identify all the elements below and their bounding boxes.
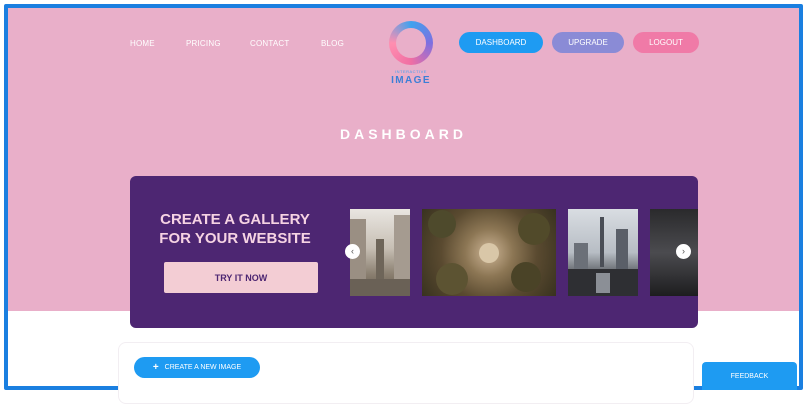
hero-section: HOME PRICING CONTACT BLOG INTERACTIVE IM… xyxy=(8,8,799,328)
create-new-image-label: CREATE A NEW IMAGE xyxy=(164,364,242,371)
nav-link-contact[interactable]: CONTACT xyxy=(250,39,289,48)
plus-icon: + xyxy=(152,362,159,373)
carousel-prev-icon[interactable]: ‹ xyxy=(345,244,360,259)
logo-subtitle: INTERACTIVE xyxy=(395,69,427,74)
logout-button[interactable]: LOGOUT xyxy=(633,32,699,53)
try-it-now-button[interactable]: TRY IT NOW xyxy=(164,262,318,293)
browser-frame: HOME PRICING CONTACT BLOG INTERACTIVE IM… xyxy=(4,4,803,390)
page-title: DASHBOARD xyxy=(340,126,467,142)
upgrade-button[interactable]: UPGRADE xyxy=(552,32,624,53)
logo-ring-icon xyxy=(389,21,433,65)
gallery-banner-title: CREATE A GALLERY FOR YOUR WEBSITE xyxy=(150,210,320,248)
nav-link-blog[interactable]: BLOG xyxy=(321,39,344,48)
nav-link-pricing[interactable]: PRICING xyxy=(186,39,221,48)
carousel-next-icon[interactable]: › xyxy=(676,244,691,259)
site-logo[interactable]: INTERACTIVE IMAGE xyxy=(385,19,437,95)
carousel-photo-city[interactable] xyxy=(568,209,638,296)
create-new-image-button[interactable]: + CREATE A NEW IMAGE xyxy=(134,357,260,378)
gallery-banner: CREATE A GALLERY FOR YOUR WEBSITE TRY IT… xyxy=(130,176,698,328)
carousel-photo-forest[interactable] xyxy=(422,209,556,296)
dashboard-button[interactable]: DASHBOARD xyxy=(459,32,543,53)
nav-link-home[interactable]: HOME xyxy=(130,39,155,48)
feedback-button[interactable]: FEEDBACK xyxy=(702,362,797,390)
gallery-banner-title-line2: FOR YOUR WEBSITE xyxy=(159,230,311,247)
logo-text: IMAGE xyxy=(391,75,431,86)
gallery-banner-title-line1: CREATE A GALLERY xyxy=(160,211,310,228)
